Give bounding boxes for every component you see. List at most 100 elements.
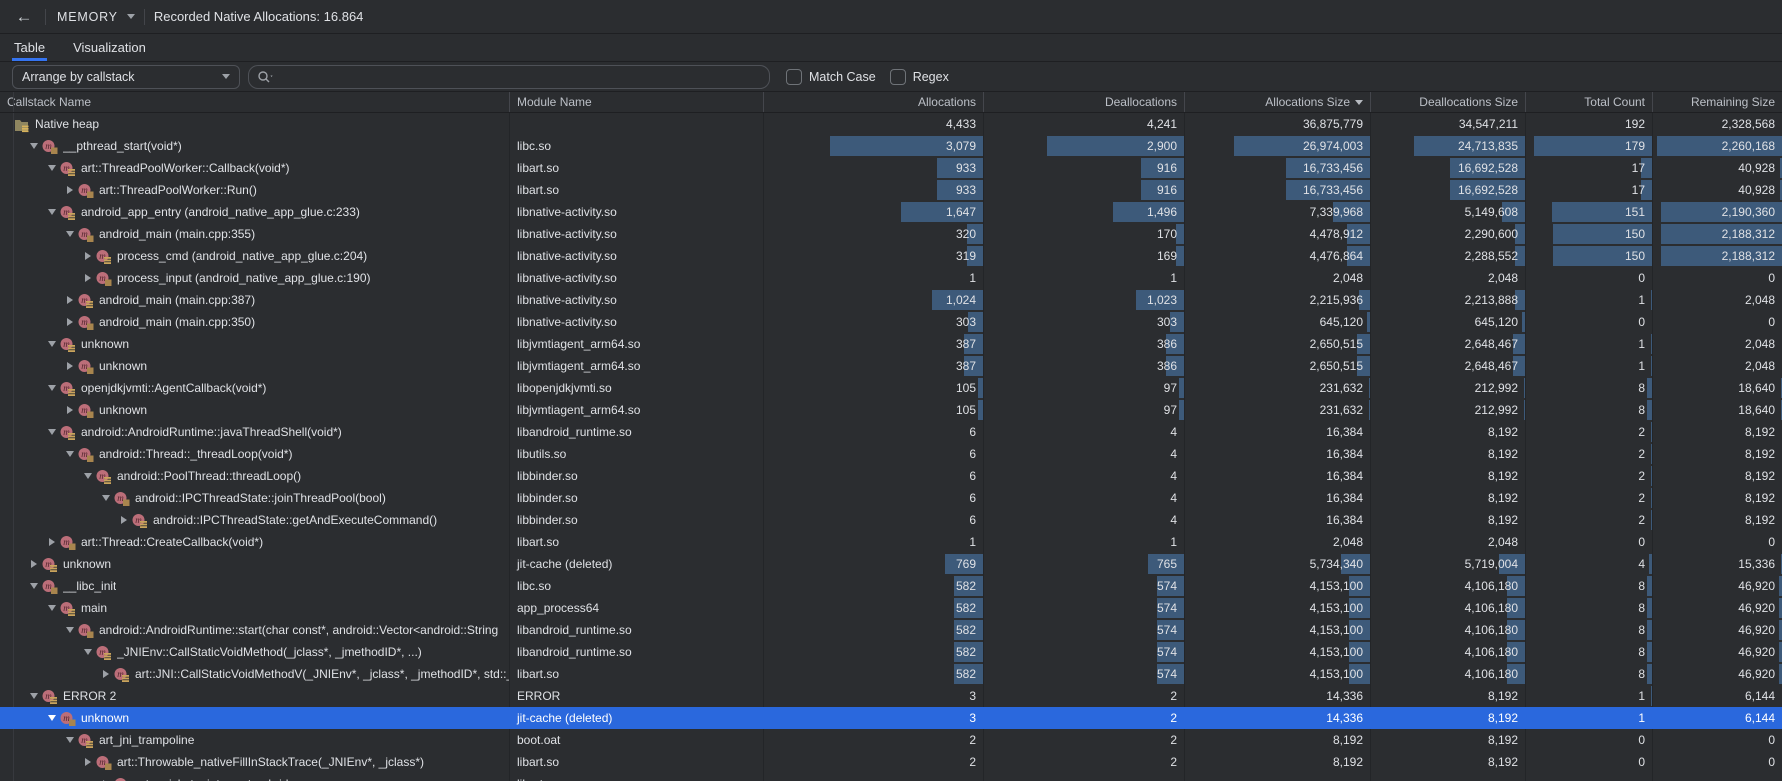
column-header-label: Deallocations Size	[1419, 95, 1518, 109]
table-row[interactable]: mart::ThreadPoolWorker::Run()libart.so93…	[0, 179, 1782, 201]
expand-arrow-icon[interactable]	[80, 245, 96, 267]
callstack-name: android::IPCThreadState::joinThreadPool(…	[135, 491, 386, 505]
memory-session-label[interactable]: MEMORY	[57, 10, 118, 24]
table-row[interactable]: mandroid::PoolThread::threadLoop()libbin…	[0, 465, 1782, 487]
collapse-arrow-icon[interactable]	[44, 157, 60, 179]
table-row[interactable]: mart::Throwable_nativeFillInStackTrace(_…	[0, 751, 1782, 773]
callstack-cell: mandroid_main (main.cpp:350)	[0, 311, 510, 333]
table-row[interactable]: m__pthread_start(void*)libc.so3,0792,900…	[0, 135, 1782, 157]
table-row[interactable]: mandroid_main (main.cpp:350)libnative-ac…	[0, 311, 1782, 333]
deallocations-value: 2	[1170, 755, 1177, 769]
collapse-arrow-icon[interactable]	[80, 641, 96, 663]
table-row[interactable]: munknownjit-cache (deleted)7697655,734,3…	[0, 553, 1782, 575]
expand-arrow-icon[interactable]	[44, 531, 60, 553]
table-row[interactable]: mandroid::IPCThreadState::getAndExecuteC…	[0, 509, 1782, 531]
table-row[interactable]: m__libc_initlibc.so5825744,153,1004,106,…	[0, 575, 1782, 597]
module-cell: app_process64	[510, 597, 764, 619]
expand-arrow-icon[interactable]	[62, 289, 78, 311]
column-header-alloc-size[interactable]: Allocations Size	[1185, 92, 1371, 112]
column-header-remaining-size[interactable]: Remaining Size	[1653, 92, 1782, 112]
table-row[interactable]: munknownjit-cache (deleted)3214,3368,192…	[0, 707, 1782, 729]
match-case-checkbox[interactable]	[786, 69, 802, 85]
table-row[interactable]: Native heap4,4334,24136,875,77934,547,21…	[0, 113, 1782, 135]
collapse-arrow-icon[interactable]	[44, 201, 60, 223]
value-histogram-bar	[1179, 378, 1184, 398]
table-row[interactable]: mandroid::AndroidRuntime::javaThreadShel…	[0, 421, 1782, 443]
column-header-module[interactable]: Module Name	[510, 92, 764, 112]
table-row[interactable]: mart_jni_trampolineboot.oat228,1928,1920…	[0, 729, 1782, 751]
expand-arrow-icon[interactable]	[26, 553, 42, 575]
collapse-arrow-icon[interactable]	[62, 223, 78, 245]
expand-arrow-icon[interactable]	[62, 311, 78, 333]
expand-arrow-icon[interactable]	[98, 773, 114, 781]
regex-option[interactable]: Regex	[890, 69, 949, 85]
table-row[interactable]: mprocess_input (android_native_app_glue.…	[0, 267, 1782, 289]
match-case-option[interactable]: Match Case	[786, 69, 876, 85]
column-header-name[interactable]: Callstack Name	[0, 92, 510, 112]
collapse-arrow-icon[interactable]	[26, 575, 42, 597]
column-header-deallocations[interactable]: Deallocations	[984, 92, 1185, 112]
table-row[interactable]: mandroid_main (main.cpp:387)libnative-ac…	[0, 289, 1782, 311]
table-row[interactable]: mart::ThreadPoolWorker::Callback(void*)l…	[0, 157, 1782, 179]
collapse-arrow-icon[interactable]	[26, 685, 42, 707]
tab-visualization[interactable]: Visualization	[73, 34, 146, 61]
arrange-by-dropdown[interactable]: Arrange by callstack	[12, 65, 240, 89]
dealloc-size-cell: 2,048	[1371, 267, 1526, 289]
allocations-value: 319	[956, 249, 976, 263]
tab-table[interactable]: Table	[14, 34, 45, 61]
expand-arrow-icon[interactable]	[116, 509, 132, 531]
column-header-allocations[interactable]: Allocations	[764, 92, 984, 112]
table-row[interactable]: munknownlibjvmtiagent_arm64.so3873862,65…	[0, 355, 1782, 377]
table-row[interactable]: mandroid::IPCThreadState::joinThreadPool…	[0, 487, 1782, 509]
collapse-arrow-icon[interactable]	[62, 443, 78, 465]
search-input[interactable]	[279, 70, 761, 84]
expand-arrow-icon[interactable]	[62, 355, 78, 377]
expand-arrow-icon[interactable]	[98, 663, 114, 685]
search-field[interactable]	[248, 65, 770, 89]
collapse-arrow-icon[interactable]	[80, 465, 96, 487]
allocations-cell: 582	[764, 575, 984, 597]
allocations-cell: 105	[764, 399, 984, 421]
expand-arrow-icon[interactable]	[62, 179, 78, 201]
regex-checkbox[interactable]	[890, 69, 906, 85]
table-row[interactable]: mprocess_cmd (android_native_app_glue.c:…	[0, 245, 1782, 267]
collapse-arrow-icon[interactable]	[98, 487, 114, 509]
table-row[interactable]: mart_quick_to_interpreter_bridgelibart.s…	[0, 773, 1782, 781]
collapse-arrow-icon[interactable]	[62, 729, 78, 751]
back-button[interactable]: ←	[12, 5, 36, 29]
collapse-arrow-icon[interactable]	[26, 135, 42, 157]
callstack-cell: mprocess_input (android_native_app_glue.…	[0, 267, 510, 289]
expand-arrow-icon[interactable]	[62, 399, 78, 421]
table-row[interactable]: mandroid_main (main.cpp:355)libnative-ac…	[0, 223, 1782, 245]
table-row[interactable]: m_JNIEnv::CallStaticVoidMethod(_jclass*,…	[0, 641, 1782, 663]
column-header-total-count[interactable]: Total Count	[1526, 92, 1653, 112]
collapse-arrow-icon[interactable]	[62, 619, 78, 641]
alloc-size-cell: 231,632	[1185, 377, 1371, 399]
table-row[interactable]: mandroid::AndroidRuntime::start(char con…	[0, 619, 1782, 641]
module-cell: libbinder.so	[510, 509, 764, 531]
total-count-cell: 2	[1526, 421, 1653, 443]
table-row[interactable]: mandroid::Thread::_threadLoop(void*)libu…	[0, 443, 1782, 465]
column-header-label: Deallocations	[1105, 95, 1177, 109]
table-row[interactable]: munknownlibjvmtiagent_arm64.so10597231,6…	[0, 399, 1782, 421]
table-row[interactable]: mmainapp_process645825744,153,1004,106,1…	[0, 597, 1782, 619]
total-count-value: 2	[1638, 469, 1645, 483]
table-row[interactable]: mart::JNI::CallStaticVoidMethodV(_JNIEnv…	[0, 663, 1782, 685]
collapse-arrow-icon[interactable]	[44, 333, 60, 355]
callstack-name: art::Throwable_nativeFillInStackTrace(_J…	[117, 755, 424, 769]
chevron-down-icon[interactable]	[127, 14, 135, 19]
callstack-name: android::Thread::_threadLoop(void*)	[99, 447, 292, 461]
table-row[interactable]: mart::Thread::CreateCallback(void*)libar…	[0, 531, 1782, 553]
collapse-arrow-icon[interactable]	[44, 597, 60, 619]
column-header-dealloc-size[interactable]: Deallocations Size	[1371, 92, 1526, 112]
expand-arrow-icon[interactable]	[80, 267, 96, 289]
expand-arrow-icon[interactable]	[80, 751, 96, 773]
table-row[interactable]: mandroid_app_entry (android_native_app_g…	[0, 201, 1782, 223]
collapse-arrow-icon[interactable]	[44, 707, 60, 729]
svg-text:m: m	[99, 647, 106, 657]
collapse-arrow-icon[interactable]	[44, 377, 60, 399]
collapse-arrow-icon[interactable]	[44, 421, 60, 443]
table-row[interactable]: munknownlibjvmtiagent_arm64.so3873862,65…	[0, 333, 1782, 355]
table-row[interactable]: mopenjdkjvmti::AgentCallback(void*)libop…	[0, 377, 1782, 399]
table-row[interactable]: mERROR 2ERROR3214,3368,19216,144	[0, 685, 1782, 707]
